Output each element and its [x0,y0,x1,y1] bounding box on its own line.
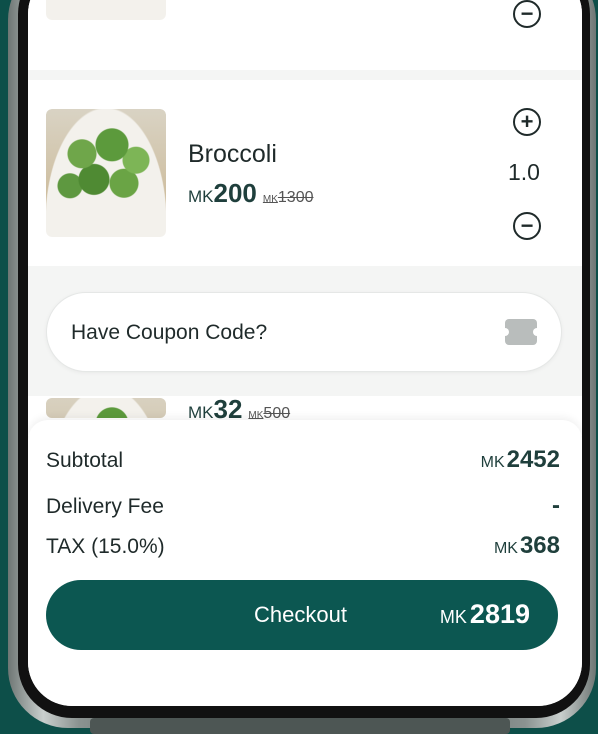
cart-item-previous: − [28,0,582,70]
product-name: Broccoli [188,140,277,168]
price-value: 200 [213,178,257,208]
phone-bottom-edge [90,718,510,734]
broccoli-image [46,109,166,237]
checkout-label: Checkout [254,602,347,627]
ticket-icon [501,319,541,345]
subtotal-label: Subtotal [46,449,124,472]
plus-icon[interactable]: + [513,108,541,136]
tax-label: TAX (15.0%) [46,535,165,558]
quantity-value: 1.0 [508,159,540,185]
delivery-fee-row: Delivery Fee - [46,492,560,520]
product-image [46,398,166,418]
tax-value: 368 [519,532,560,559]
coupon-label: Have Coupon Code? [71,321,268,344]
tax-row: TAX (15.0%) MK 368 [46,532,560,559]
subtotal-row: Subtotal MK 2452 [46,446,560,473]
product-price: MK200 MK1300 [188,178,313,209]
minus-icon[interactable]: − [513,0,541,28]
subtotal-value: 2452 [506,446,560,473]
minus-icon[interactable]: − [513,212,541,240]
phone-screen: − Broccoli MK200 MK1300 + 1.0 − Have Cou… [28,0,582,706]
delivery-fee-label: Delivery Fee [46,495,164,518]
order-summary: Subtotal MK 2452 Delivery Fee - TAX (15.0… [28,420,582,706]
product-image [46,0,166,20]
cart-item: Broccoli MK200 MK1300 + 1.0 − [28,80,582,266]
old-price: MK1300 [262,189,314,206]
checkout-total: MK 2819 [439,599,530,629]
delivery-fee-value: - [552,492,560,519]
checkout-button[interactable]: Checkout MK 2819 [46,580,558,650]
price-currency: MK [188,187,214,206]
coupon-field[interactable]: Have Coupon Code? [46,292,562,372]
